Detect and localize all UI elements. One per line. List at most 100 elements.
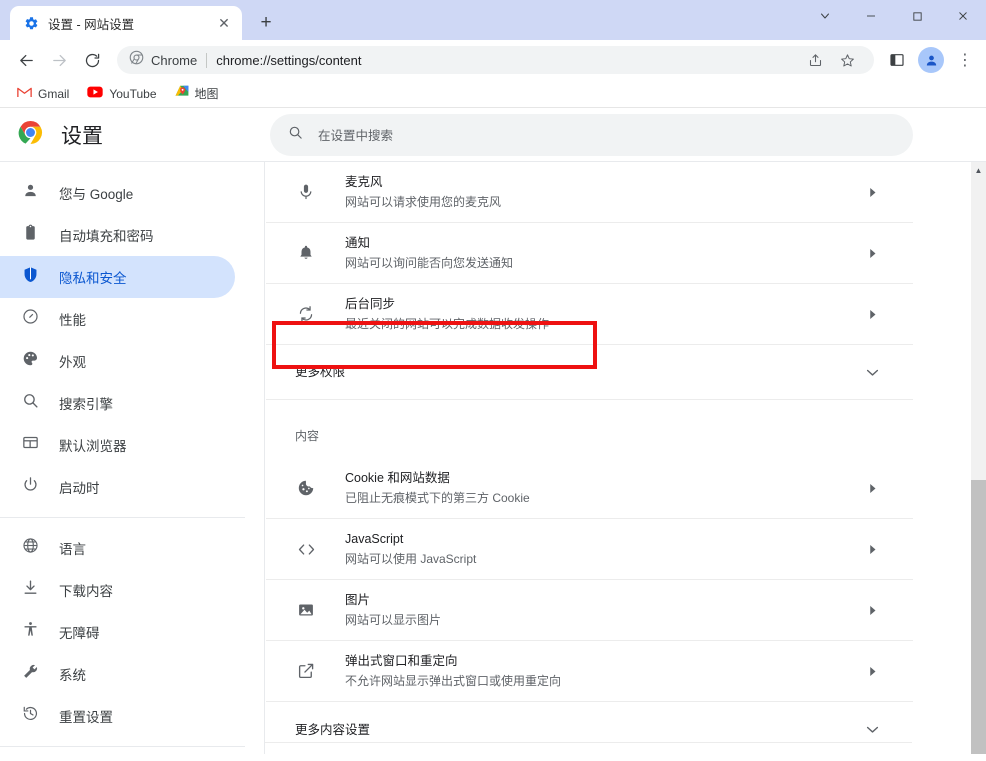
- side-panel-icon[interactable]: [882, 45, 912, 75]
- chevron-right-icon[interactable]: [862, 309, 882, 320]
- settings-header: 设置 在设置中搜索: [0, 108, 986, 162]
- setting-title: 图片: [345, 593, 371, 607]
- forward-button: [44, 45, 74, 75]
- sync-icon: [295, 305, 317, 323]
- site-chip[interactable]: Chrome: [129, 50, 197, 70]
- chevron-right-icon[interactable]: [862, 187, 882, 198]
- gmail-icon: [17, 85, 32, 103]
- sidebar-item-languages[interactable]: 语言: [0, 527, 235, 569]
- setting-subtitle: 网站可以询问能否向您发送通知: [345, 256, 514, 270]
- setting-row-images[interactable]: 图片 网站可以显示图片: [266, 580, 913, 641]
- maximize-icon[interactable]: [894, 0, 940, 32]
- tab-strip: 设置 - 网站设置 ✕ +: [0, 0, 986, 40]
- setting-title: 麦克风: [345, 175, 383, 189]
- reload-button[interactable]: [77, 45, 107, 75]
- image-icon: [295, 601, 317, 619]
- tab-title: 设置 - 网站设置: [48, 17, 135, 32]
- share-icon[interactable]: [800, 45, 830, 75]
- shield-icon: [22, 266, 39, 288]
- setting-row-popups-redirects[interactable]: 弹出式窗口和重定向 不允许网站显示弹出式窗口或使用重定向: [266, 641, 913, 702]
- bookmark-youtube[interactable]: YouTube: [80, 82, 163, 106]
- setting-subtitle: 已阻止无痕模式下的第三方 Cookie: [345, 491, 530, 505]
- setting-title: JavaScript: [345, 532, 404, 546]
- maps-icon: [175, 84, 189, 103]
- bookmark-gmail[interactable]: Gmail: [10, 82, 76, 106]
- chevron-right-icon[interactable]: [862, 605, 882, 616]
- bookmark-label: YouTube: [109, 86, 157, 101]
- sidebar-item-system[interactable]: 系统: [0, 653, 235, 695]
- window-controls: [802, 0, 986, 32]
- tab-search-icon[interactable]: [802, 0, 848, 32]
- bookmark-label: 地图: [194, 87, 219, 101]
- page-title: 设置: [61, 124, 103, 148]
- chevron-right-icon[interactable]: [862, 544, 882, 555]
- chevron-right-icon[interactable]: [862, 483, 882, 494]
- wrench-icon: [22, 663, 39, 685]
- clipboard-icon: [22, 224, 39, 246]
- next-row-peek: [265, 742, 912, 754]
- url-text[interactable]: chrome://settings/content: [216, 53, 800, 68]
- sidebar-item-label: 您与 Google: [59, 187, 134, 202]
- sidebar-item-label: 启动时: [59, 481, 100, 496]
- setting-title: 更多权限: [295, 365, 346, 379]
- sidebar-item-extensions[interactable]: 扩展程序: [0, 756, 235, 761]
- sidebar-item-privacy-security[interactable]: 隐私和安全: [0, 256, 235, 298]
- close-window-icon[interactable]: [940, 0, 986, 32]
- setting-title: 后台同步: [345, 297, 396, 311]
- setting-row-microphone[interactable]: 麦克风 网站可以请求使用您的麦克风: [266, 162, 913, 223]
- setting-row-background-sync[interactable]: 后台同步 最近关闭的网站可以完成数据收发操作: [266, 284, 913, 345]
- sidebar-item-label: 系统: [59, 668, 86, 683]
- sidebar-item-downloads[interactable]: 下载内容: [0, 569, 235, 611]
- setting-row-javascript[interactable]: JavaScript 网站可以使用 JavaScript: [266, 519, 913, 580]
- chevron-right-icon[interactable]: [862, 666, 882, 677]
- setting-subtitle: 最近关闭的网站可以完成数据收发操作: [345, 317, 550, 331]
- sidebar: 您与 Google 自动填充和密码 隐私和安全 性能 外观 搜索引擎 默认浏览器…: [0, 162, 265, 754]
- sidebar-item-label: 重置设置: [59, 710, 113, 725]
- sidebar-item-you-and-google[interactable]: 您与 Google: [0, 172, 235, 214]
- chevron-right-icon[interactable]: [862, 248, 882, 259]
- sidebar-item-search-engine[interactable]: 搜索引擎: [0, 382, 235, 424]
- setting-row-more-permissions[interactable]: 更多权限: [266, 345, 913, 400]
- sidebar-item-accessibility[interactable]: 无障碍: [0, 611, 235, 653]
- scroll-up-arrow[interactable]: ▲: [971, 162, 986, 179]
- sidebar-item-label: 外观: [59, 355, 86, 370]
- close-icon[interactable]: ✕: [214, 13, 234, 33]
- bookmark-maps[interactable]: 地图: [168, 81, 226, 106]
- sidebar-item-autofill[interactable]: 自动填充和密码: [0, 214, 235, 256]
- sidebar-item-reset-settings[interactable]: 重置设置: [0, 695, 235, 737]
- scrollbar-thumb[interactable]: [971, 480, 986, 754]
- setting-title: 更多内容设置: [295, 722, 371, 737]
- microphone-icon: [295, 183, 317, 201]
- chevron-down-icon[interactable]: [862, 725, 882, 734]
- address-bar[interactable]: Chrome chrome://settings/content: [117, 46, 874, 74]
- download-icon: [22, 579, 39, 601]
- sidebar-item-label: 自动填充和密码: [59, 229, 154, 244]
- sidebar-item-on-startup[interactable]: 启动时: [0, 466, 235, 508]
- restore-icon: [22, 705, 39, 727]
- back-button[interactable]: [11, 45, 41, 75]
- sidebar-item-default-browser[interactable]: 默认浏览器: [0, 424, 235, 466]
- speedometer-icon: [22, 308, 39, 330]
- minimize-icon[interactable]: [848, 0, 894, 32]
- search-placeholder: 在设置中搜索: [318, 129, 394, 143]
- sidebar-item-performance[interactable]: 性能: [0, 298, 235, 340]
- setting-row-cookies[interactable]: Cookie 和网站数据 已阻止无痕模式下的第三方 Cookie: [266, 458, 913, 519]
- star-icon[interactable]: [832, 45, 862, 75]
- sidebar-item-appearance[interactable]: 外观: [0, 340, 235, 382]
- main-content: 麦克风 网站可以请求使用您的麦克风 通知 网站可以询问能否向您发送通知 后台同步…: [265, 162, 986, 754]
- site-chip-label: Chrome: [151, 52, 198, 68]
- youtube-icon: [87, 85, 104, 103]
- setting-title: 弹出式窗口和重定向: [345, 654, 458, 668]
- browser-menu-icon[interactable]: ⋮: [950, 45, 980, 75]
- search-input[interactable]: 在设置中搜索: [270, 113, 913, 156]
- sidebar-item-label: 无障碍: [59, 626, 100, 641]
- new-tab-button[interactable]: +: [252, 9, 280, 37]
- person-icon: [22, 182, 39, 204]
- palette-icon: [22, 350, 39, 372]
- search-icon: [288, 125, 303, 145]
- browser-tab[interactable]: 设置 - 网站设置 ✕: [10, 6, 242, 40]
- avatar[interactable]: [918, 47, 944, 73]
- setting-subtitle: 网站可以请求使用您的麦克风: [345, 195, 502, 209]
- setting-row-notifications[interactable]: 通知 网站可以询问能否向您发送通知: [266, 223, 913, 284]
- chevron-down-icon[interactable]: [862, 368, 882, 377]
